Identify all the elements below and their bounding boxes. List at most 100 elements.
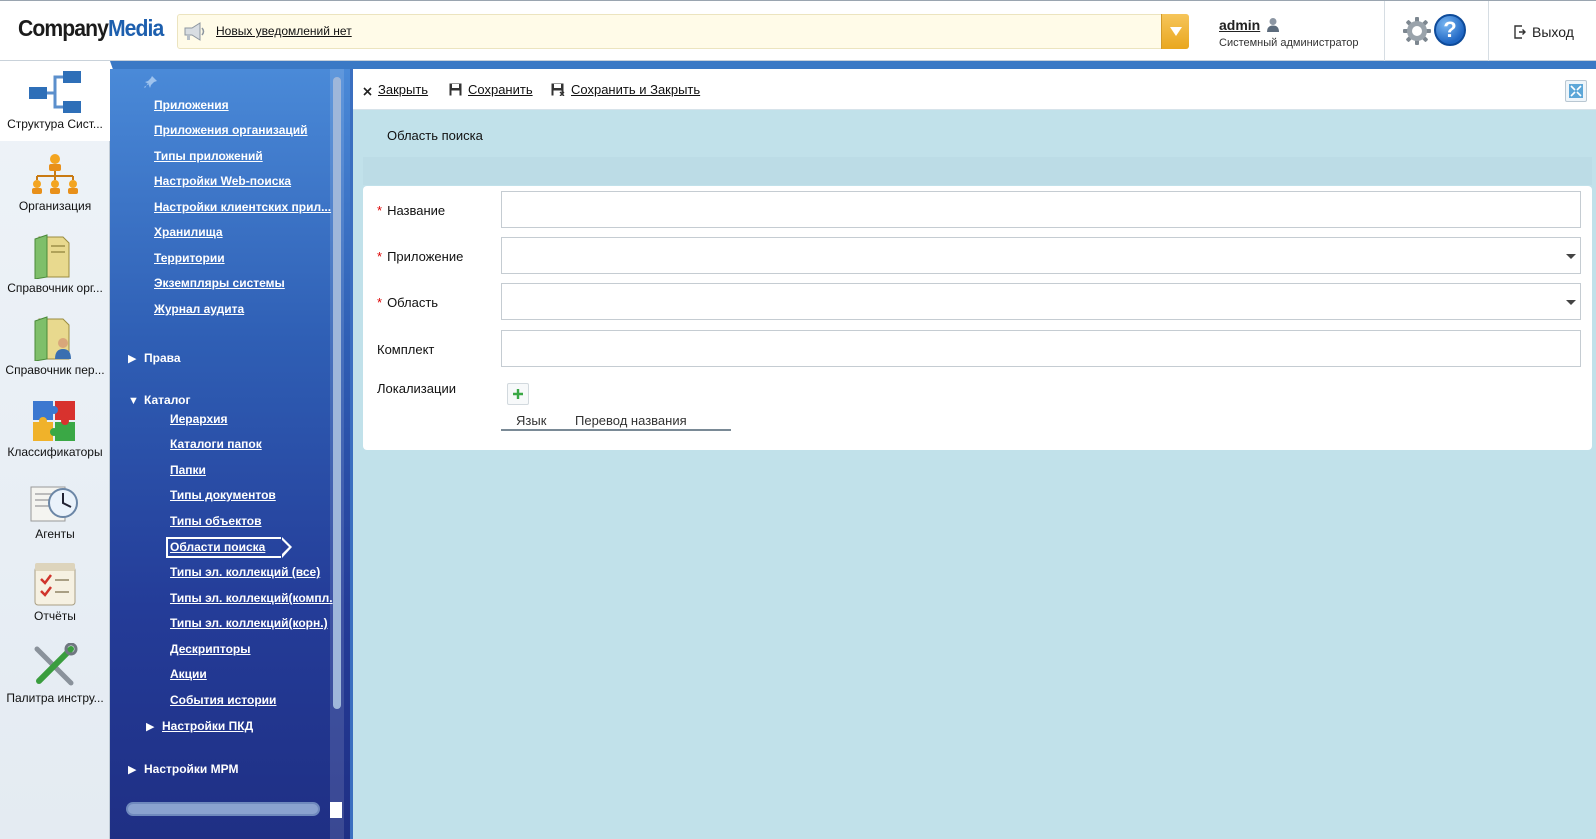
top-header: CompanyMedia Новых уведомлений нет admin… xyxy=(0,0,1596,62)
name-field-label: * Название xyxy=(377,203,446,218)
save-and-close-label: Сохранить и Закрыть xyxy=(571,82,701,97)
puzzle-icon xyxy=(27,397,83,443)
logout-label: Выход xyxy=(1532,24,1574,40)
module-agents[interactable]: Агенты xyxy=(0,471,110,551)
nav-link-storages[interactable]: Хранилища xyxy=(154,225,223,239)
org-directory-icon xyxy=(27,233,83,280)
nav-link-descriptors[interactable]: Дескрипторы xyxy=(170,642,250,656)
nav-link-system-instances[interactable]: Экземпляры системы xyxy=(154,276,285,290)
module-label: Организация xyxy=(18,199,92,213)
nav-group-pkd-settings[interactable]: ▶ Настройки ПКД xyxy=(146,716,253,733)
module-system-structure[interactable]: Структура Сист... xyxy=(0,61,124,141)
logout-icon xyxy=(1514,25,1526,39)
settings-gear-icon[interactable] xyxy=(1402,16,1432,49)
nav-link-folders[interactable]: Папки xyxy=(170,463,206,477)
nav-link-history-events[interactable]: События истории xyxy=(170,693,276,707)
dropdown-arrow-icon[interactable] xyxy=(1566,254,1576,259)
notification-bar[interactable]: Новых уведомлений нет xyxy=(177,14,1189,49)
module-label: Классификаторы xyxy=(7,445,103,459)
nav-horizontal-scrollbar[interactable] xyxy=(126,802,320,816)
close-label: Закрыть xyxy=(378,82,429,97)
notification-text[interactable]: Новых уведомлений нет xyxy=(216,24,352,38)
nav-link-folder-catalogs[interactable]: Каталоги папок xyxy=(170,437,262,451)
nav-scroll-thumb[interactable] xyxy=(333,77,341,709)
triangle-right-icon: ▶ xyxy=(128,764,137,776)
close-icon xyxy=(363,84,372,99)
column-header-translation[interactable]: Перевод названия xyxy=(575,413,687,428)
tools-icon xyxy=(27,642,83,689)
localizations-label: Локализации xyxy=(377,381,456,396)
report-checklist-icon xyxy=(27,561,83,607)
form-toolbar: Закрыть Сохранить Сохранить и Закрыть xyxy=(353,69,1596,110)
nav-group-mrm-settings[interactable]: ▶ Настройки МРМ xyxy=(128,762,238,776)
navigation-tree: Приложения Приложения организаций Типы п… xyxy=(110,69,350,839)
module-organization[interactable]: Организация xyxy=(0,143,110,223)
application-field-label: * Приложение xyxy=(377,249,464,264)
triangle-down-icon: ▼ xyxy=(128,395,139,407)
megaphone-icon xyxy=(182,19,206,44)
close-button[interactable]: Закрыть xyxy=(363,82,428,99)
plus-icon xyxy=(513,389,523,399)
nav-link-search-areas[interactable]: Области поиска xyxy=(170,540,265,554)
module-org-directory[interactable]: Справочник орг... xyxy=(0,225,110,305)
floppy-disk-close-icon xyxy=(551,83,565,99)
module-tools-palette[interactable]: Палитра инстру... xyxy=(0,635,110,715)
nav-link-territories[interactable]: Территории xyxy=(154,251,225,265)
nav-group-rights[interactable]: ▶ Права xyxy=(128,351,181,365)
area-select[interactable] xyxy=(501,283,1581,320)
dropdown-arrow-icon[interactable] xyxy=(1566,300,1576,305)
expand-icon[interactable] xyxy=(1565,80,1587,102)
module-label: Справочник орг... xyxy=(7,281,103,295)
module-bar: Структура Сист... Организация Справочник… xyxy=(0,61,124,839)
module-label: Отчёты xyxy=(34,609,76,623)
scroll-corner xyxy=(330,802,342,818)
triangle-right-icon: ▶ xyxy=(128,353,137,365)
nav-link-application-types[interactable]: Типы приложений xyxy=(154,149,263,163)
notification-dropdown-button[interactable] xyxy=(1161,14,1189,49)
page-title: Область поиска xyxy=(387,128,483,143)
nav-link-object-types[interactable]: Типы объектов xyxy=(170,514,262,528)
header-accent-band xyxy=(0,61,1596,69)
chevron-down-icon xyxy=(1170,27,1182,36)
clock-agent-icon xyxy=(27,479,83,525)
help-button[interactable]: ? xyxy=(1434,14,1466,46)
nav-link-web-search-settings[interactable]: Настройки Web-поиска xyxy=(154,174,291,188)
nav-link-org-applications[interactable]: Приложения организаций xyxy=(154,123,308,137)
localizations-table-header: Язык Перевод названия xyxy=(501,411,731,431)
page-header: Область поиска xyxy=(363,121,1592,157)
user-name-link[interactable]: admin xyxy=(1219,17,1260,33)
page-header-band xyxy=(363,157,1592,185)
module-label: Справочник пер... xyxy=(5,363,105,377)
nav-link-audit-log[interactable]: Журнал аудита xyxy=(154,302,244,316)
nav-group-catalog[interactable]: ▼ Каталог xyxy=(128,393,191,407)
module-reports[interactable]: Отчёты xyxy=(0,553,110,633)
name-input[interactable] xyxy=(501,191,1581,228)
personnel-directory-icon xyxy=(27,315,83,362)
module-personnel-directory[interactable]: Справочник пер... xyxy=(0,307,110,387)
nav-group-label: Права xyxy=(144,351,181,365)
nav-link-actions[interactable]: Акции xyxy=(170,667,207,681)
save-button[interactable]: Сохранить xyxy=(449,82,533,99)
column-header-language[interactable]: Язык xyxy=(516,413,546,428)
nav-link-hierarchy[interactable]: Иерархия xyxy=(170,412,228,426)
pin-icon[interactable] xyxy=(144,75,158,92)
save-label: Сохранить xyxy=(468,82,533,97)
nav-link-collection-types-root[interactable]: Типы эл. коллекций(корн.) xyxy=(170,616,328,630)
module-label: Агенты xyxy=(35,527,75,541)
nav-link-applications[interactable]: Приложения xyxy=(154,98,229,112)
user-role: Системный администратор xyxy=(1219,37,1359,49)
user-icon xyxy=(1266,17,1280,35)
nav-link-collection-types-all[interactable]: Типы эл. коллекций (все) xyxy=(170,565,320,579)
nav-link-collection-types-kit[interactable]: Типы эл. коллекций(компл. xyxy=(170,591,333,605)
floppy-disk-icon xyxy=(449,83,462,99)
save-and-close-button[interactable]: Сохранить и Закрыть xyxy=(551,82,700,99)
add-localization-button[interactable] xyxy=(507,383,529,405)
logout-button[interactable]: Выход xyxy=(1514,24,1574,40)
application-select[interactable] xyxy=(501,237,1581,274)
module-classifiers[interactable]: Классификаторы xyxy=(0,389,110,469)
nav-link-client-app-settings[interactable]: Настройки клиентских прил... xyxy=(154,200,331,214)
nav-link-document-types[interactable]: Типы документов xyxy=(170,488,276,502)
nav-group-label: Настройки МРМ xyxy=(144,762,239,776)
system-structure-icon xyxy=(27,69,83,115)
kit-input[interactable] xyxy=(501,330,1581,367)
